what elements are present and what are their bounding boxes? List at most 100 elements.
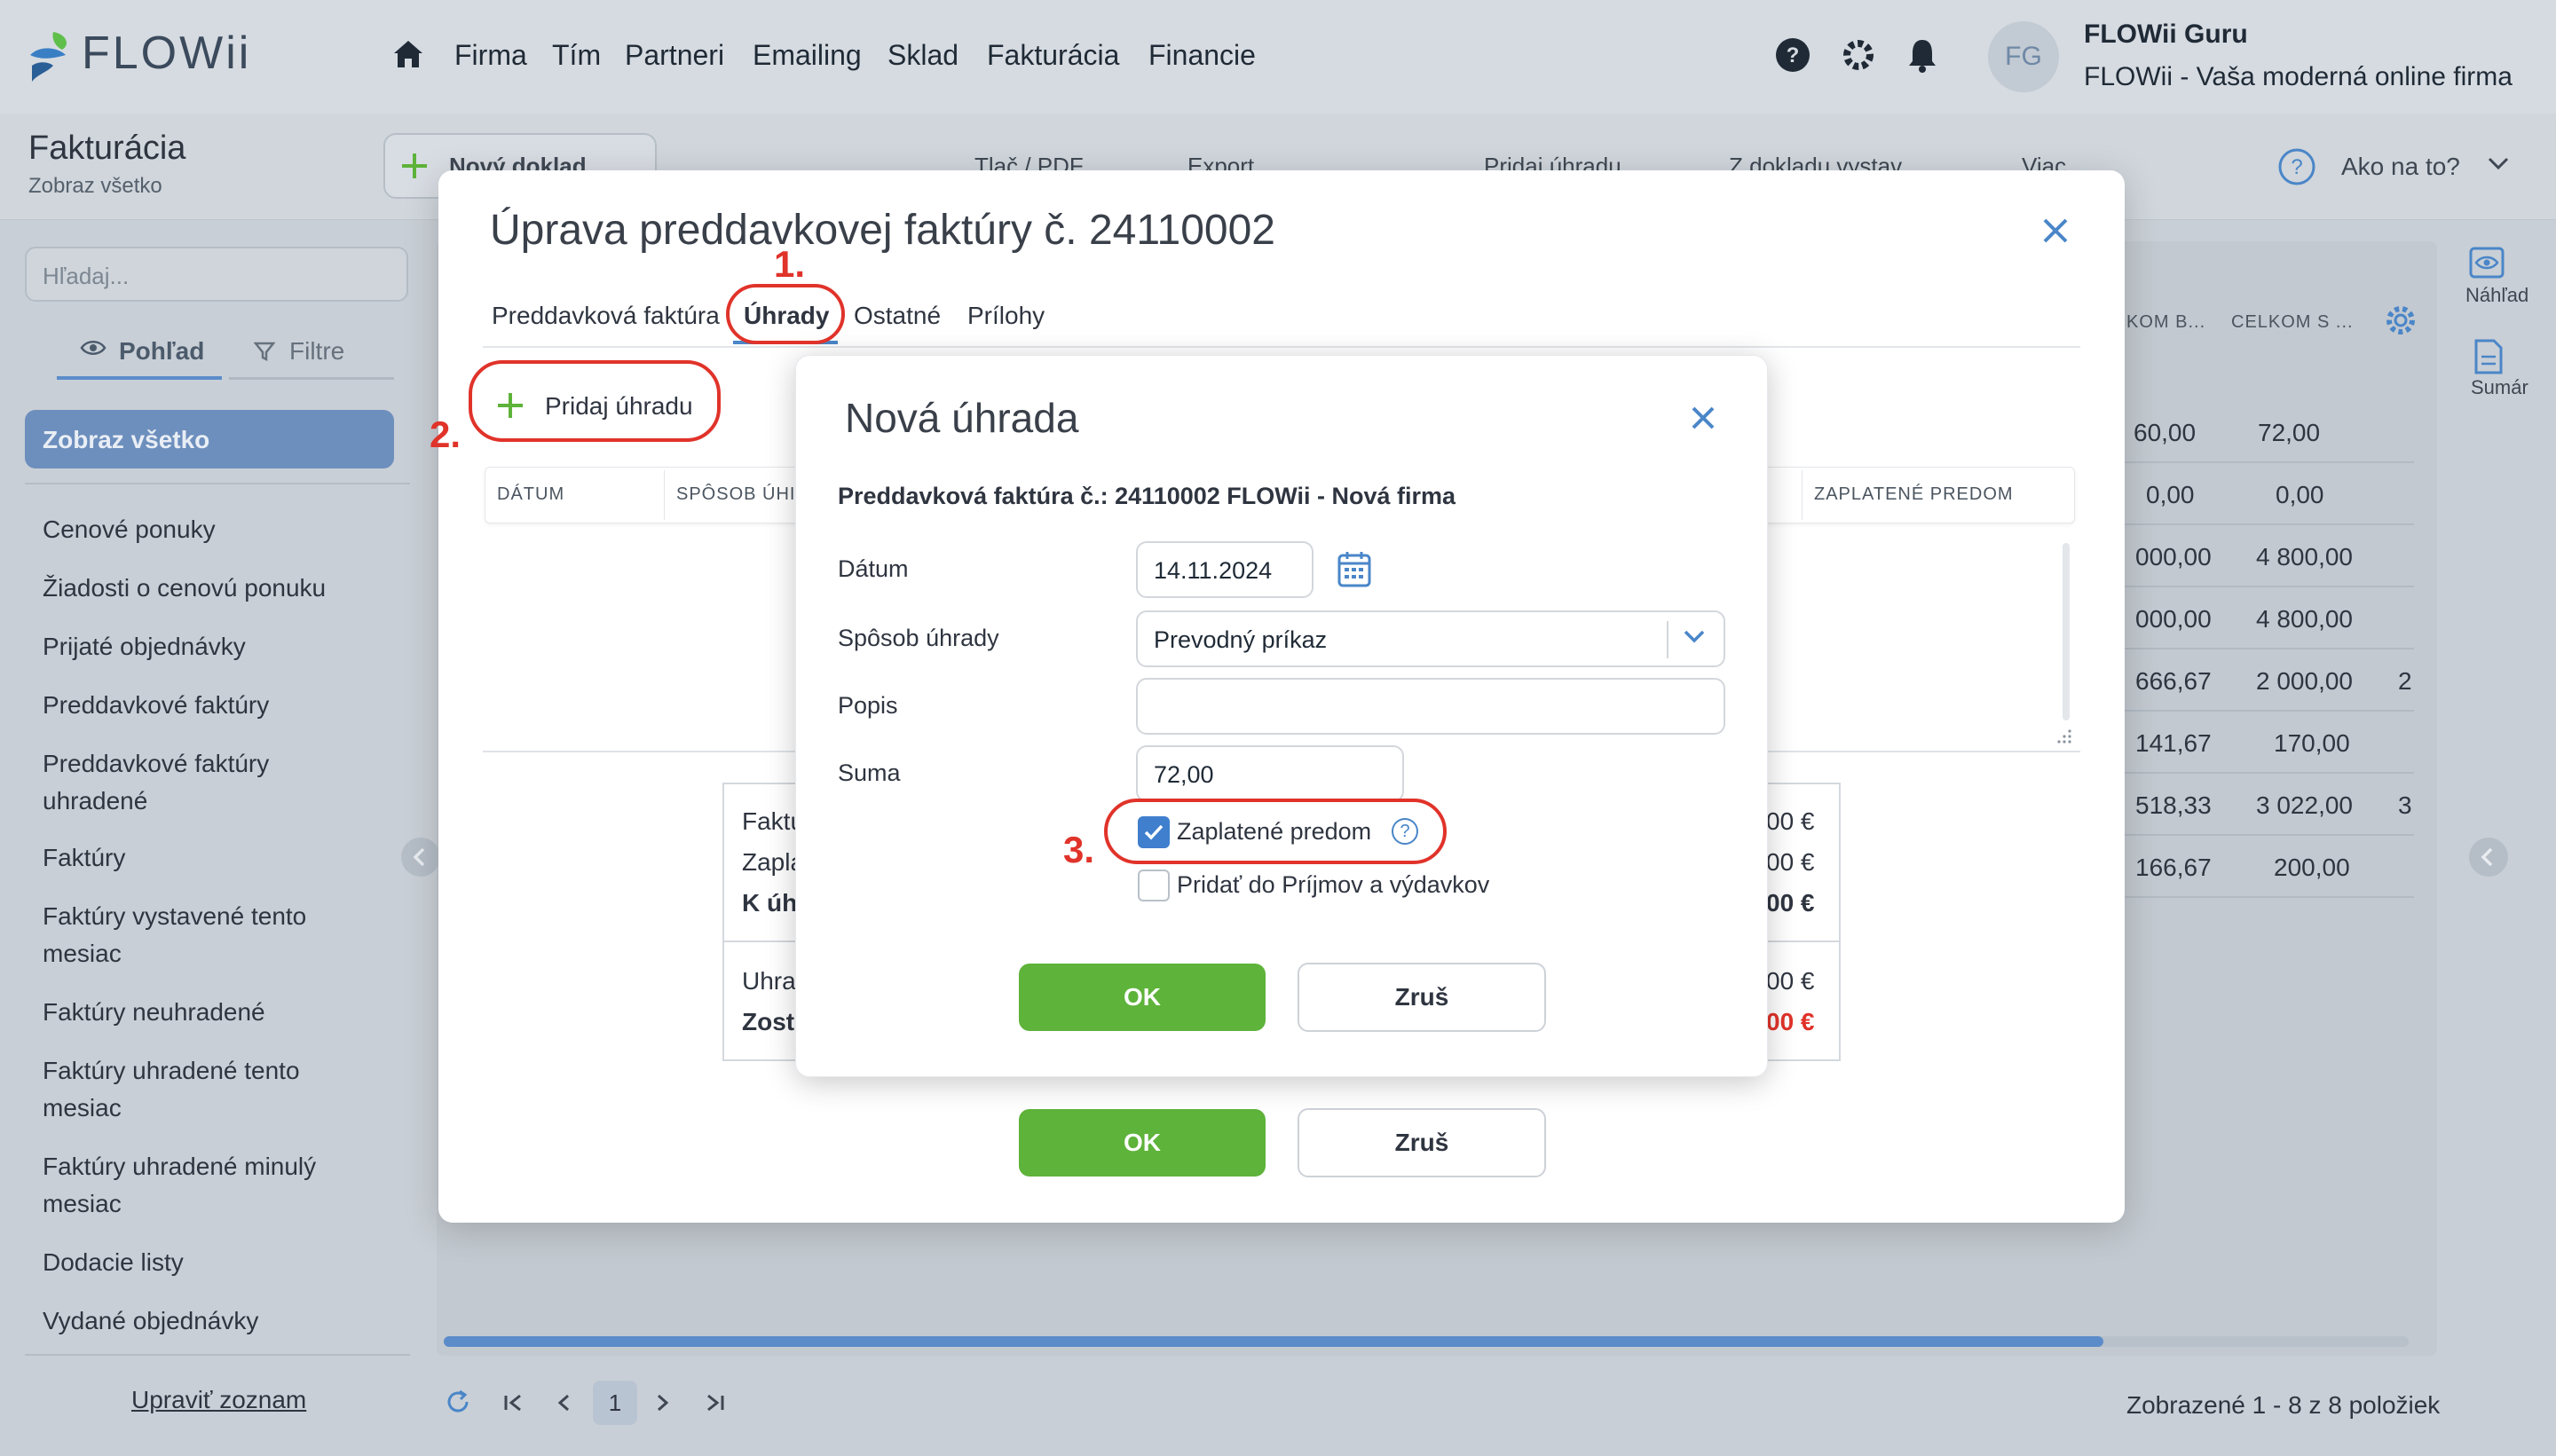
collapse-left-arrow-icon[interactable] bbox=[401, 838, 440, 877]
first-page-icon[interactable] bbox=[502, 1393, 525, 1413]
sidebar-item-advance-invoices[interactable]: Preddavkové faktúry bbox=[43, 687, 371, 724]
sidebar-item-price-requests[interactable]: Žiadosti o cenovú ponuku bbox=[43, 570, 371, 607]
grid-settings-gear-icon[interactable] bbox=[2382, 302, 2419, 339]
tab-strip-line bbox=[483, 346, 2080, 348]
summary-value: 00 € bbox=[1766, 807, 1815, 835]
sidebar-item-invoices[interactable]: Faktúry bbox=[43, 839, 371, 877]
date-field[interactable]: 14.11.2024 bbox=[1136, 541, 1314, 598]
column-header[interactable]: CELKOM S ... bbox=[2231, 312, 2354, 333]
section-subtitle: Zobraz všetko bbox=[28, 174, 162, 198]
help-icon[interactable]: ? bbox=[1775, 37, 1810, 73]
column-header[interactable]: KOM B... bbox=[2126, 312, 2205, 333]
table-cell: 200,00 bbox=[2274, 854, 2350, 881]
add-to-income-checkbox-label[interactable]: Pridať do Príjmov a výdavkov bbox=[1177, 871, 1489, 899]
modal-ok-button[interactable]: OK bbox=[1019, 1109, 1266, 1177]
how-to-link[interactable]: Ako na to? bbox=[2341, 153, 2460, 181]
table-vertical-scrollbar[interactable] bbox=[2063, 543, 2070, 720]
table-cell: 166,67 bbox=[2135, 854, 2212, 881]
sidebar-item-invoices-paid-this-month[interactable]: Faktúry uhradené tento mesiac bbox=[43, 1052, 371, 1127]
summary-icon[interactable] bbox=[2473, 339, 2505, 374]
tab-advance-invoice[interactable]: Preddavková faktúra bbox=[492, 302, 720, 330]
sidebar-item-issued-orders[interactable]: Vydané objednávky bbox=[43, 1303, 371, 1340]
plus-icon bbox=[399, 151, 430, 181]
annotation-step-2: 2. bbox=[430, 413, 462, 455]
payment-method-label: Spôsob úhrady bbox=[838, 625, 999, 651]
summary-value-remaining: 00 € bbox=[1766, 1008, 1815, 1035]
dialog-close-icon[interactable] bbox=[1690, 405, 1716, 431]
amount-field[interactable]: 72,00 bbox=[1136, 745, 1404, 802]
preview-label[interactable]: Náhľad bbox=[2465, 284, 2528, 307]
sidebar-item-received-orders[interactable]: Prijaté objednávky bbox=[43, 628, 371, 665]
preview-icon[interactable] bbox=[2469, 247, 2505, 279]
collapse-right-arrow-icon[interactable] bbox=[2469, 838, 2508, 877]
tab-filters[interactable]: Filtre bbox=[229, 327, 394, 380]
resize-handle-icon[interactable] bbox=[2054, 726, 2073, 745]
refresh-icon[interactable] bbox=[444, 1388, 472, 1416]
settings-gear-icon[interactable] bbox=[1841, 37, 1876, 73]
top-navigation-bar bbox=[0, 0, 2556, 114]
table-cell: 4 800,00 bbox=[2256, 543, 2353, 571]
brand-name[interactable]: FLOWii bbox=[82, 27, 251, 80]
description-field[interactable] bbox=[1136, 678, 1725, 735]
column-header-date[interactable]: DÁTUM bbox=[497, 484, 564, 505]
column-header-method[interactable]: SPÔSOB ÚHI bbox=[676, 484, 795, 505]
payment-method-select[interactable]: Prevodný príkaz bbox=[1136, 610, 1725, 667]
sidebar-item-invoices-paid-last-month[interactable]: Faktúry uhradené minulý mesiac bbox=[43, 1148, 371, 1223]
sidebar-item-delivery-notes[interactable]: Dodacie listy bbox=[43, 1244, 371, 1281]
chevron-down-icon[interactable] bbox=[2487, 156, 2510, 170]
chevron-down-icon[interactable] bbox=[1683, 628, 1706, 644]
sidebar-item-show-all[interactable]: Zobraz všetko bbox=[25, 410, 394, 468]
nav-tim[interactable]: Tím bbox=[552, 39, 601, 72]
table-cell: 000,00 bbox=[2135, 543, 2212, 571]
dialog-ok-button[interactable]: OK bbox=[1019, 964, 1266, 1031]
edit-list-link[interactable]: Upraviť zoznam bbox=[131, 1386, 306, 1414]
sidebar-item-price-offers[interactable]: Cenové ponuky bbox=[43, 511, 371, 548]
sidebar-item-advance-invoices-paid[interactable]: Preddavkové faktúry uhradené bbox=[43, 745, 371, 820]
nav-firma[interactable]: Firma bbox=[454, 39, 527, 72]
nav-fakturacia[interactable]: Fakturácia bbox=[987, 39, 1119, 72]
nav-partneri[interactable]: Partneri bbox=[625, 39, 724, 72]
add-to-income-checkbox[interactable] bbox=[1138, 870, 1170, 901]
user-name: FLOWii Guru bbox=[2084, 20, 2248, 49]
table-cell: 2 000,00 bbox=[2256, 667, 2353, 695]
current-page[interactable]: 1 bbox=[593, 1381, 637, 1425]
table-cell: 3 bbox=[2398, 791, 2412, 819]
bell-icon[interactable] bbox=[1906, 37, 1938, 73]
next-page-icon[interactable] bbox=[655, 1393, 671, 1413]
modal-close-icon[interactable] bbox=[2041, 216, 2070, 245]
summary-label[interactable]: Sumár bbox=[2471, 376, 2528, 399]
tab-other[interactable]: Ostatné bbox=[854, 302, 941, 330]
sidebar-item-invoices-this-month[interactable]: Faktúry vystavené tento mesiac bbox=[43, 898, 371, 972]
question-circle-icon[interactable]: ? bbox=[2277, 147, 2316, 186]
nav-sklad[interactable]: Sklad bbox=[888, 39, 958, 72]
column-separator bbox=[1802, 470, 1803, 520]
user-avatar[interactable]: FG bbox=[1988, 21, 2059, 92]
horizontal-scrollbar-thumb[interactable] bbox=[444, 1336, 2103, 1347]
annotation-ring-payments-tab bbox=[726, 284, 845, 344]
nav-financie[interactable]: Financie bbox=[1148, 39, 1256, 72]
calendar-icon[interactable] bbox=[1337, 550, 1372, 589]
table-cell: 2 bbox=[2398, 667, 2412, 695]
modal-title: Úprava preddavkovej faktúry č. 24110002 bbox=[490, 207, 1275, 254]
filter-icon bbox=[254, 341, 275, 362]
annotation-step-3: 3. bbox=[1063, 829, 1095, 870]
summary-label: Zost bbox=[742, 1008, 795, 1035]
svg-text:?: ? bbox=[1787, 43, 1800, 67]
sidebar-item-invoices-unpaid[interactable]: Faktúry neuhradené bbox=[43, 994, 371, 1031]
tab-view[interactable]: Pohľad bbox=[57, 327, 222, 380]
table-cell: 0,00 bbox=[2146, 481, 2195, 508]
section-title: Fakturácia bbox=[28, 130, 186, 167]
dialog-invoice-reference: Preddavková faktúra č.: 24110002 FLOWii … bbox=[838, 483, 1456, 509]
dialog-cancel-button[interactable]: Zruš bbox=[1298, 963, 1546, 1032]
modal-cancel-button[interactable]: Zruš bbox=[1298, 1108, 1546, 1177]
description-label: Popis bbox=[838, 692, 898, 719]
table-cell: 3 022,00 bbox=[2256, 791, 2353, 819]
nav-emailing[interactable]: Emailing bbox=[753, 39, 862, 72]
svg-text:?: ? bbox=[2291, 155, 2302, 179]
column-header-prepaid[interactable]: ZAPLATENÉ PREDOM bbox=[1814, 484, 2014, 505]
tab-attachments[interactable]: Prílohy bbox=[967, 302, 1045, 330]
last-page-icon[interactable] bbox=[703, 1393, 726, 1413]
sidebar-search-input[interactable]: Hľadaj... bbox=[25, 247, 408, 302]
home-icon[interactable] bbox=[392, 39, 424, 69]
prev-page-icon[interactable] bbox=[556, 1393, 572, 1413]
